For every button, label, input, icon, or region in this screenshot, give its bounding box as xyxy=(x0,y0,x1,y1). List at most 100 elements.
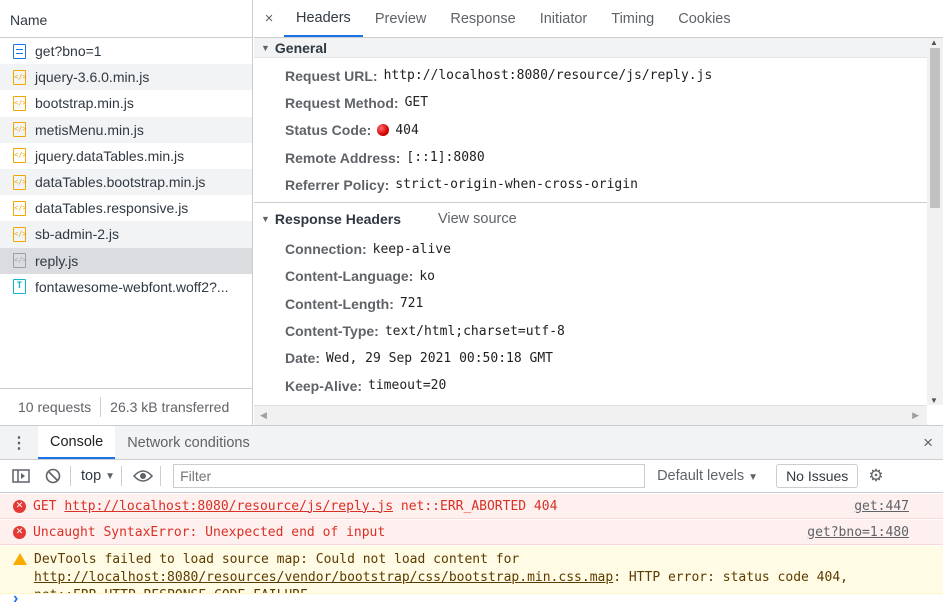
tab-network-conditions[interactable]: Network conditions xyxy=(115,426,262,459)
tab-timing[interactable]: Timing xyxy=(599,0,666,37)
message-suffix: net::ERR_ABORTED 404 xyxy=(393,498,558,514)
script-icon: </> xyxy=(13,226,27,242)
status-error-icon xyxy=(377,124,390,137)
console-error-message: ✕ GET http://localhost:8080/resource/js/… xyxy=(0,494,943,519)
source-link[interactable]: get?bno=1:480 xyxy=(807,525,909,540)
triangle-down-icon: ▼ xyxy=(261,214,270,225)
console-toolbar: top ▼ Default levels ▼ No Issues ⚙ xyxy=(0,460,943,493)
section-title: Response Headers xyxy=(274,211,401,228)
status-code-row: Status Code: 404 xyxy=(254,117,927,144)
tab-response[interactable]: Response xyxy=(438,0,527,37)
request-name: metisMenu.min.js xyxy=(35,121,144,138)
request-item[interactable]: Tfontawesome-webfont.woff2?... xyxy=(0,274,252,300)
message-text: GET http://localhost:8080/resource/js/re… xyxy=(33,499,854,514)
response-header-row: Content-Type: text/html;charset=utf-8 xyxy=(254,317,927,344)
field-label: Remote Address: xyxy=(285,149,401,166)
error-icon: ✕ xyxy=(13,499,26,513)
request-item[interactable]: </> bootstrap.min.js xyxy=(0,90,252,116)
chevron-down-icon[interactable]: ▼ xyxy=(105,471,115,482)
script-icon: </> xyxy=(13,148,27,164)
gear-icon[interactable]: ⚙ xyxy=(868,466,883,486)
scroll-up-icon[interactable]: ▲ xyxy=(930,38,938,47)
request-list-panel: Name get?bno=1 </> jquery-3.6.0.min.js </… xyxy=(0,0,253,425)
source-link[interactable]: get:447 xyxy=(854,499,909,514)
tab-initiator[interactable]: Initiator xyxy=(528,0,600,37)
field-label: Status Code: xyxy=(285,122,372,139)
request-name: sb-admin-2.js xyxy=(35,226,120,243)
more-options-icon[interactable]: ⋮ xyxy=(0,426,38,459)
response-header-row: Content-Length: 721 xyxy=(254,290,927,317)
request-item[interactable]: get?bno=1 xyxy=(0,38,252,64)
clear-console-icon[interactable] xyxy=(42,465,64,487)
close-detail-button[interactable]: × xyxy=(254,0,284,37)
response-header-row: Connection: keep-alive xyxy=(254,235,927,262)
error-icon: ✕ xyxy=(13,525,26,539)
horizontal-scrollbar[interactable]: ◀ ▶ xyxy=(254,405,927,425)
request-list: get?bno=1 </> jquery-3.6.0.min.js </> boot… xyxy=(0,38,252,300)
request-name: reply.js xyxy=(35,252,79,269)
header-key: Connection: xyxy=(285,241,367,258)
console-prompt-icon[interactable]: › xyxy=(13,590,18,608)
divider xyxy=(121,466,123,486)
font-icon: T xyxy=(13,279,26,295)
request-item-selected[interactable]: </> reply.js xyxy=(0,247,252,274)
scrollbar-thumb[interactable] xyxy=(930,48,940,208)
close-drawer-button[interactable]: × xyxy=(923,433,933,453)
referrer-policy-row: Referrer Policy: strict-origin-when-cross… xyxy=(254,171,927,198)
scroll-left-icon[interactable]: ◀ xyxy=(260,410,267,421)
headers-content: ▼ General Request URL: http://localhost:8… xyxy=(254,38,927,405)
script-icon: </> xyxy=(13,253,27,269)
scroll-right-icon[interactable]: ▶ xyxy=(912,410,919,421)
response-header-row: Date: Wed, 29 Sep 2021 00:50:18 GMT xyxy=(254,345,927,372)
request-item[interactable]: </> dataTables.responsive.js xyxy=(0,195,252,221)
header-key: Date: xyxy=(285,350,321,367)
general-section-header[interactable]: ▼ General xyxy=(254,38,927,58)
response-header-row: Content-Language: ko xyxy=(254,263,927,290)
log-levels-dropdown[interactable]: Default levels ▼ xyxy=(657,468,758,484)
field-label: Referrer Policy: xyxy=(285,176,390,193)
drawer-tab-bar: ⋮ Console Network conditions × xyxy=(0,425,943,460)
context-selector[interactable]: top xyxy=(81,468,101,484)
view-source-link[interactable]: View source xyxy=(438,211,517,227)
warning-icon xyxy=(13,553,27,565)
message-text: Uncaught SyntaxError: Unexpected end of … xyxy=(33,524,386,540)
chevron-down-icon: ▼ xyxy=(748,472,759,483)
request-name: jquery.dataTables.min.js xyxy=(35,147,185,164)
vertical-scrollbar[interactable]: ▲ ▼ xyxy=(927,38,943,405)
issues-button[interactable]: No Issues xyxy=(776,464,859,488)
request-count: 10 requests xyxy=(18,399,92,415)
field-label: Request URL: xyxy=(285,67,378,84)
error-url-link[interactable]: http://localhost:8080/resource/js/reply.… xyxy=(64,499,393,514)
section-title: General xyxy=(274,39,328,56)
source-map-url-link[interactable]: http://localhost:8080/resources/vendor/b… xyxy=(34,570,613,585)
filter-input[interactable] xyxy=(173,464,646,488)
request-name: dataTables.bootstrap.min.js xyxy=(35,174,206,191)
header-value: timeout=20 xyxy=(368,378,447,394)
message-text: DevTools failed to load source map: Coul… xyxy=(34,551,943,593)
request-detail-panel: × Headers Preview Response Initiator Tim… xyxy=(254,0,943,425)
tab-headers[interactable]: Headers xyxy=(284,0,363,37)
request-item[interactable]: </> jquery-3.6.0.min.js xyxy=(0,64,252,91)
scroll-down-icon[interactable]: ▼ xyxy=(930,396,938,405)
script-icon: </> xyxy=(13,174,27,190)
live-expression-eye-icon[interactable] xyxy=(132,465,154,487)
request-item[interactable]: </> sb-admin-2.js xyxy=(0,221,252,248)
request-item[interactable]: </> jquery.dataTables.min.js xyxy=(0,143,252,169)
header-key: Content-Language: xyxy=(285,268,414,285)
tab-preview[interactable]: Preview xyxy=(363,0,439,37)
detail-tab-bar: × Headers Preview Response Initiator Tim… xyxy=(254,0,943,38)
header-value: keep-alive xyxy=(372,241,451,257)
header-key: Keep-Alive: xyxy=(285,377,363,394)
request-item[interactable]: </> metisMenu.min.js xyxy=(0,116,252,143)
request-item[interactable]: </> dataTables.bootstrap.min.js xyxy=(0,168,252,196)
sidebar-toggle-icon[interactable] xyxy=(10,465,32,487)
message-prefix: GET xyxy=(33,498,65,514)
header-value: ko xyxy=(419,268,435,284)
response-headers-section-header[interactable]: ▼ Response Headers View source xyxy=(254,202,927,235)
tab-cookies[interactable]: Cookies xyxy=(666,0,742,37)
tab-console[interactable]: Console xyxy=(38,426,116,459)
document-icon xyxy=(13,43,26,59)
name-column-header[interactable]: Name xyxy=(0,0,252,38)
field-value: http://localhost:8080/resource/js/reply.… xyxy=(383,68,713,84)
network-summary: 10 requests 26.3 kB transferred xyxy=(0,388,252,425)
